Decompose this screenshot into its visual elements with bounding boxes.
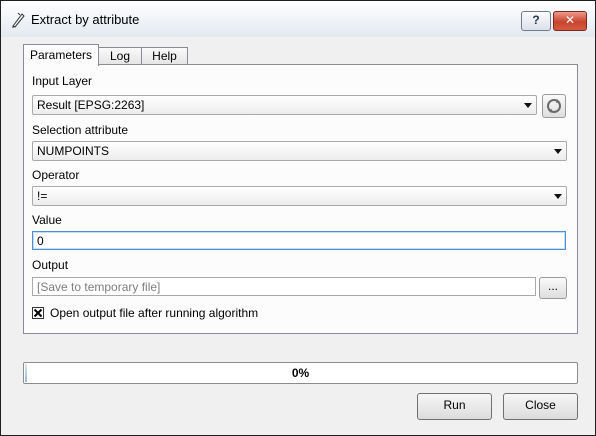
operator-select[interactable]: !=	[32, 186, 567, 206]
operator-label: Operator	[32, 168, 80, 182]
input-layer-value: Result [EPSG:2263]	[37, 98, 145, 112]
run-button[interactable]: Run	[417, 393, 492, 420]
progress-text: 0%	[291, 366, 310, 380]
selection-attribute-label: Selection attribute	[32, 123, 129, 137]
input-layer-label: Input Layer	[32, 74, 93, 88]
selection-attribute-select[interactable]: NUMPOINTS	[32, 141, 567, 161]
tab-parameters[interactable]: Parameters	[23, 44, 99, 66]
tab-log[interactable]: Log	[97, 47, 143, 65]
pen-icon	[10, 12, 26, 28]
progress-bar: 0%	[23, 362, 578, 384]
chevron-down-icon	[524, 103, 532, 108]
value-field-wrapper	[32, 231, 566, 250]
parameters-panel: Input Layer Result [EPSG:2263] Selection…	[23, 64, 578, 334]
iterate-layer-button[interactable]	[542, 94, 566, 118]
window-title: Extract by attribute	[31, 12, 140, 27]
value-input[interactable]	[33, 232, 565, 249]
close-window-button[interactable]: ✕	[553, 11, 587, 31]
chevron-down-icon	[554, 149, 562, 154]
close-button[interactable]: Close	[503, 393, 578, 420]
operator-value: !=	[37, 189, 48, 203]
output-field-wrapper	[32, 277, 536, 296]
browse-output-button[interactable]: ...	[539, 277, 567, 299]
output-label: Output	[32, 258, 69, 272]
tab-help[interactable]: Help	[141, 47, 188, 65]
refresh-icon	[543, 99, 565, 120]
output-input[interactable]	[33, 278, 535, 295]
value-label: Value	[32, 213, 62, 227]
dialog-window: Extract by attribute ? ✕ Parameters Log …	[0, 0, 596, 436]
open-output-checkbox[interactable]	[32, 307, 44, 319]
help-button[interactable]: ?	[521, 11, 551, 31]
selection-attribute-value: NUMPOINTS	[37, 144, 109, 158]
input-layer-select[interactable]: Result [EPSG:2263]	[32, 95, 537, 115]
title-bar[interactable]: Extract by attribute ? ✕	[1, 1, 595, 37]
chevron-down-icon	[554, 194, 562, 199]
open-output-label[interactable]: Open output file after running algorithm	[50, 306, 258, 320]
